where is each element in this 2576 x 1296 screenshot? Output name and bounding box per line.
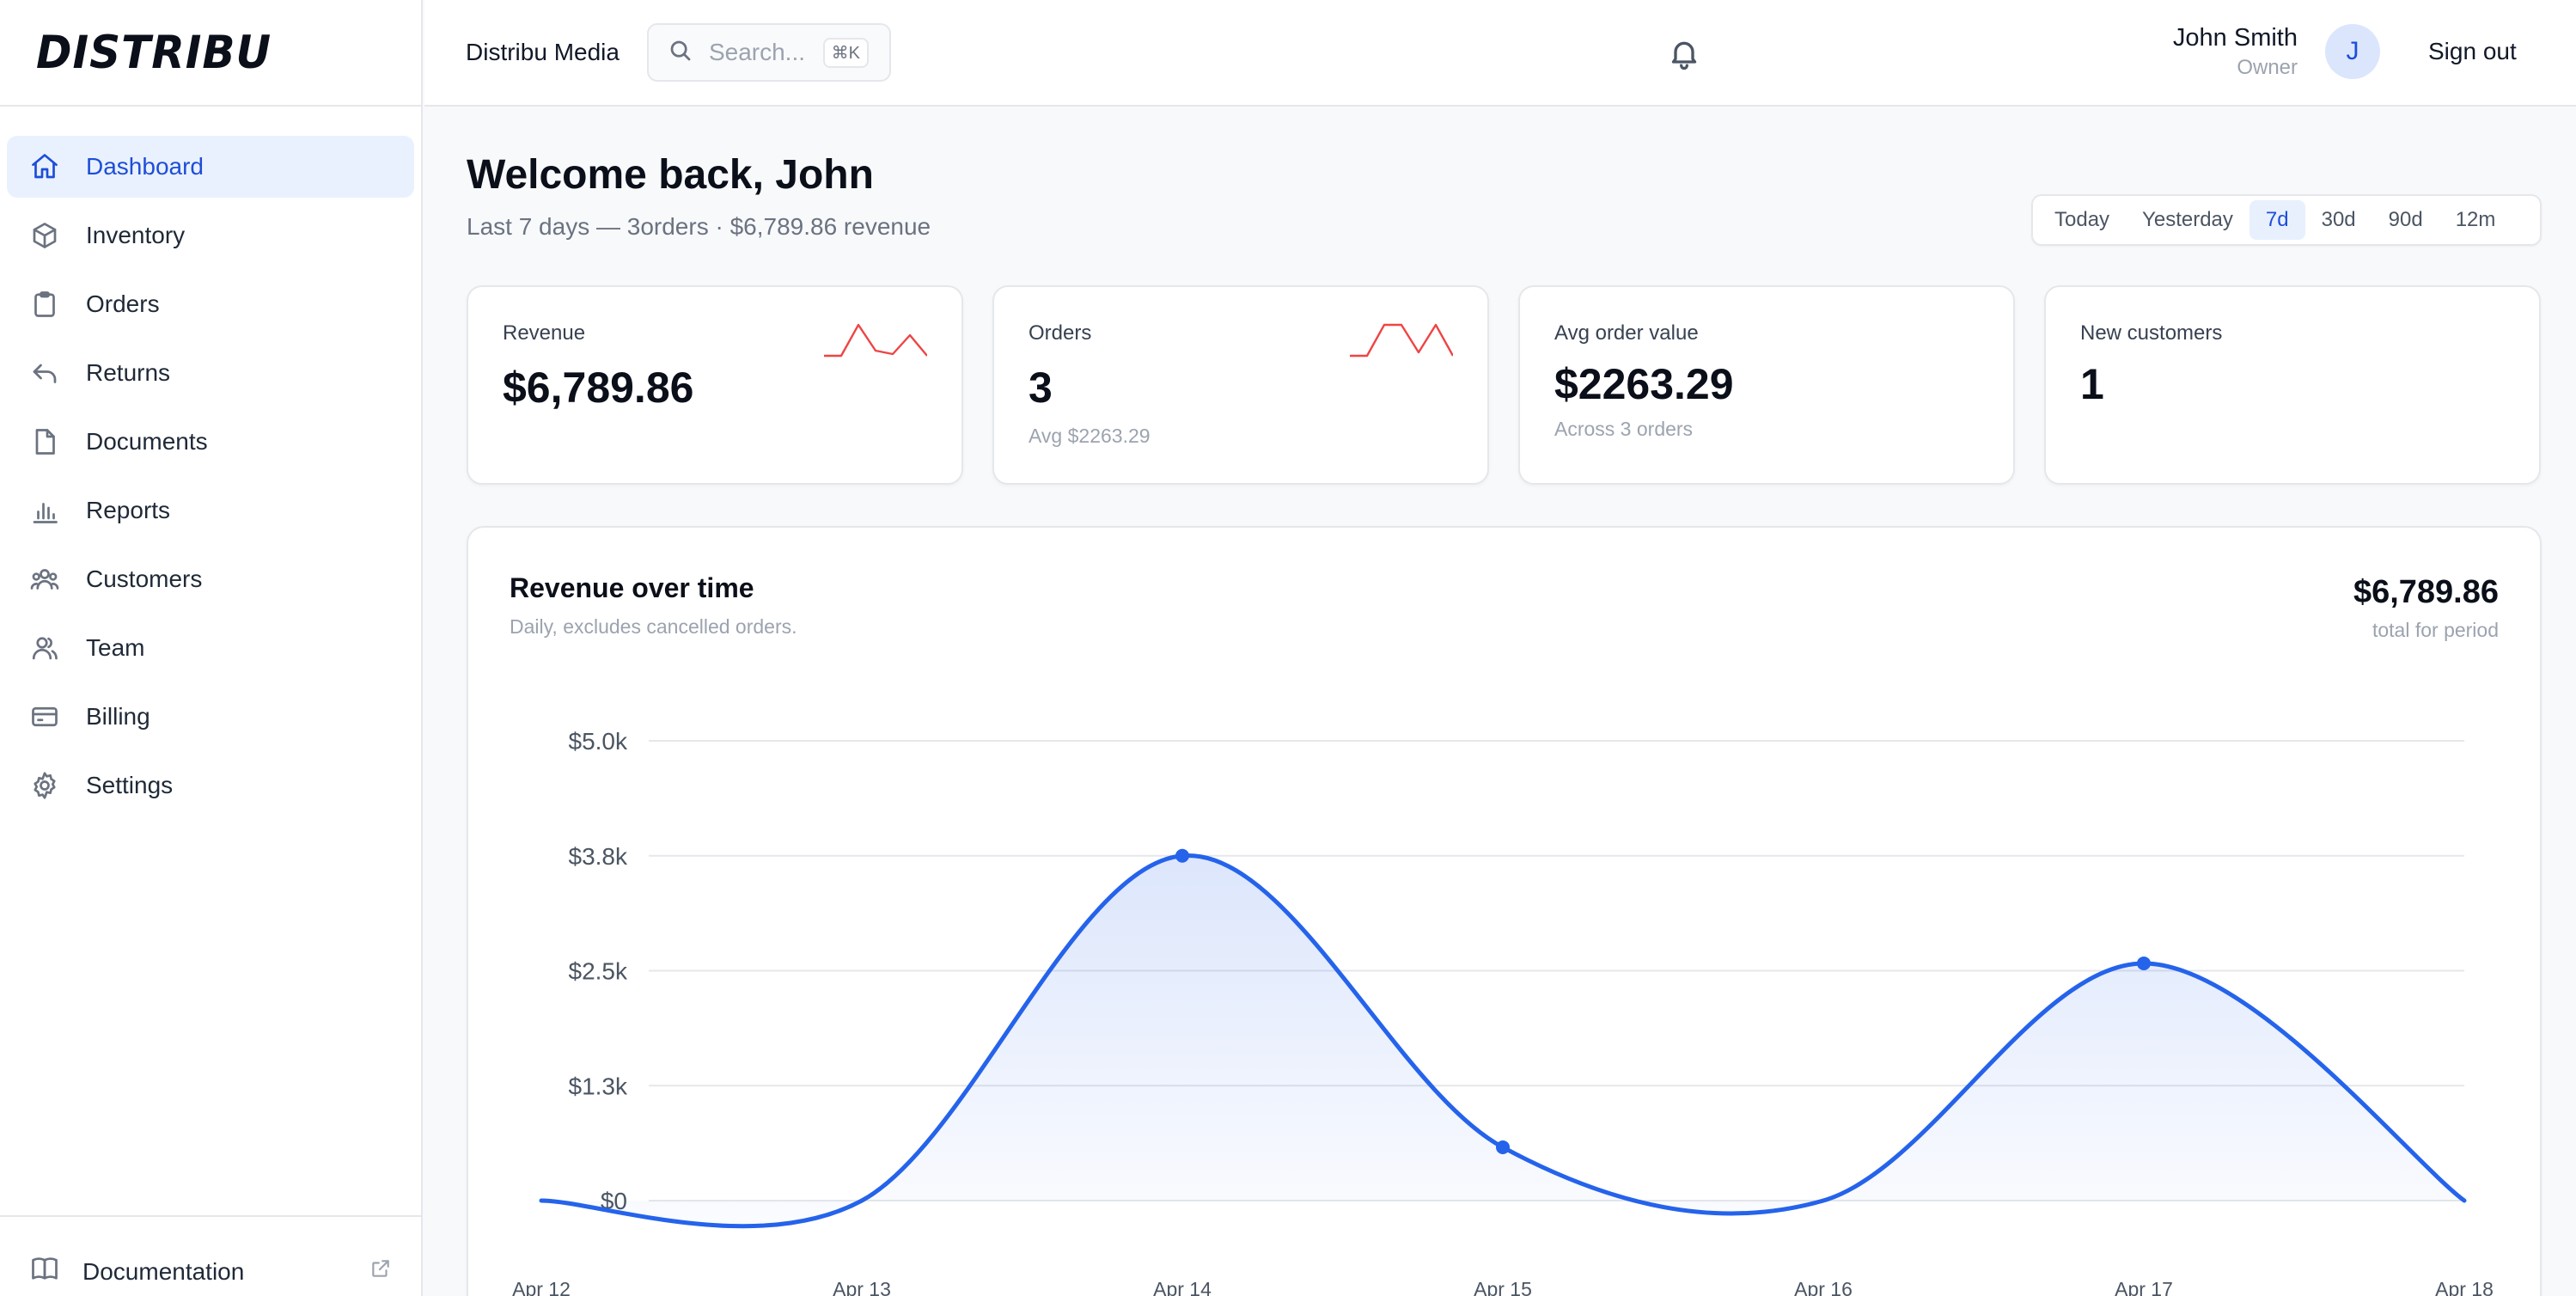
range-option-12m[interactable]: 12m — [2439, 200, 2512, 240]
sidebar-item-documents[interactable]: Documents — [7, 411, 414, 473]
kpi-value: 1 — [2080, 360, 2104, 408]
x-tick-label: Apr 15 — [1474, 1278, 1532, 1296]
kpi-label: New customers — [2080, 321, 2223, 345]
book-icon — [29, 1253, 60, 1290]
sidebar-item-orders[interactable]: Orders — [7, 273, 414, 335]
org-name[interactable]: Distribu Media — [466, 39, 620, 66]
kpi-card-avg-order-value: Avg order value $2263.29 Across 3 orders — [1518, 285, 2015, 485]
sidebar-item-billing[interactable]: Billing — [7, 686, 414, 748]
y-tick-label: $5.0k — [569, 728, 628, 755]
revenue-area-fill — [541, 855, 2464, 1226]
search-icon — [668, 38, 693, 68]
sidebar-item-label: Dashboard — [86, 153, 204, 180]
kpi-card-orders: Orders 3 Avg $2263.29 — [992, 285, 1489, 485]
sidebar-item-settings[interactable]: Settings — [7, 755, 414, 816]
sidebar-item-returns[interactable]: Returns — [7, 342, 414, 404]
chart-title: Revenue over time — [510, 572, 754, 603]
sidebar-item-label: Inventory — [86, 222, 186, 248]
sidebar-item-inventory[interactable]: Inventory — [7, 205, 414, 266]
revenue-chart-card: $0$1.3k$2.5k$3.8k$5.0k Apr 12Apr 13Apr 1… — [467, 526, 2542, 1296]
range-option-30d[interactable]: 30d — [2305, 200, 2372, 240]
sidebar-item-label: Billing — [86, 703, 150, 730]
page-title: Welcome back, John — [467, 152, 874, 198]
kpi-note: Across 3 orders — [1554, 418, 1694, 440]
kpi-card-new-customers: New customers 1 — [2044, 285, 2541, 485]
kpi-value: $2263.29 — [1554, 360, 1734, 408]
data-point — [1496, 1140, 1510, 1154]
user-info: John Smith Owner — [2114, 24, 2298, 80]
page-subtitle: Last 7 days — 3orders · $6,789.86 revenu… — [467, 213, 931, 240]
chart-total: $6,789.86 — [2353, 574, 2499, 610]
y-tick-label: $3.8k — [569, 843, 628, 870]
x-tick-label: Apr 16 — [1794, 1278, 1853, 1296]
y-tick-label: $1.3k — [569, 1073, 628, 1099]
date-range-selector: Today Yesterday 7d 30d 90d 12m — [2031, 194, 2542, 246]
user-name: John Smith — [2172, 24, 2298, 52]
x-tick-label: Apr 18 — [2435, 1278, 2494, 1296]
search-input[interactable]: Search... ⌘K — [646, 23, 891, 82]
chart-subtitle: Daily, excludes cancelled orders. — [510, 615, 797, 638]
sidebar-item-customers[interactable]: Customers — [7, 548, 414, 610]
x-tick-label: Apr 13 — [833, 1278, 891, 1296]
search-placeholder: Search... — [708, 39, 806, 65]
users-icon — [29, 564, 60, 595]
team-icon — [29, 633, 60, 663]
sidebar-item-label: Customers — [86, 565, 203, 592]
data-point — [1175, 848, 1189, 863]
range-option-today[interactable]: Today — [2038, 200, 2126, 240]
kpi-label: Avg order value — [1554, 321, 1699, 345]
revenue-sparkline — [824, 323, 927, 358]
sidebar-item-label: Team — [86, 634, 145, 661]
brand-logo-text: DISTRIBU — [36, 26, 272, 79]
clipboard-icon — [29, 289, 60, 320]
revenue-chart: $0$1.3k$2.5k$3.8k$5.0k Apr 12Apr 13Apr 1… — [512, 728, 2494, 1296]
external-link-icon — [369, 1257, 392, 1286]
bar-chart-icon — [29, 495, 60, 526]
brand-logo[interactable]: DISTRIBU — [0, 0, 421, 107]
avatar[interactable]: J — [2325, 24, 2380, 79]
user-role: Owner — [2237, 56, 2298, 79]
range-option-7d[interactable]: 7d — [2249, 200, 2305, 240]
kpi-card-revenue: Revenue $6,789.86 — [467, 285, 963, 485]
sidebar-item-label: Returns — [86, 359, 171, 386]
range-option-yesterday[interactable]: Yesterday — [2126, 200, 2249, 240]
return-arrow-icon — [29, 358, 60, 388]
data-point — [2137, 956, 2151, 970]
kpi-value: $6,789.86 — [503, 364, 694, 412]
sidebar-item-label: Orders — [86, 290, 160, 317]
sidebar-item-label: Reports — [86, 497, 171, 523]
x-tick-label: Apr 12 — [512, 1278, 571, 1296]
search-shortcut-badge: ⌘K — [822, 37, 869, 68]
sidebar: DISTRIBU Dashboard Inventory Orders Retu… — [0, 0, 423, 1296]
sidebar-item-team[interactable]: Team — [7, 617, 414, 679]
kpi-note: Avg $2263.29 — [1029, 425, 1151, 447]
credit-card-icon — [29, 701, 60, 732]
chart-total-label: total for period — [2372, 619, 2499, 641]
box-icon — [29, 220, 60, 251]
sidebar-item-label: Documents — [86, 428, 208, 455]
document-icon — [29, 426, 60, 457]
range-option-90d[interactable]: 90d — [2372, 200, 2439, 240]
documentation-link[interactable]: Documentation — [0, 1215, 421, 1290]
y-tick-label: $2.5k — [569, 958, 628, 985]
gear-icon — [29, 770, 60, 801]
sidebar-item-label: Settings — [86, 772, 174, 798]
sidebar-nav: Dashboard Inventory Orders Returns Docum… — [0, 107, 421, 816]
sign-out-button[interactable]: Sign out — [2428, 38, 2517, 65]
x-tick-label: Apr 14 — [1153, 1278, 1212, 1296]
sidebar-item-dashboard[interactable]: Dashboard — [7, 136, 414, 198]
x-tick-label: Apr 17 — [2115, 1278, 2173, 1296]
bell-icon[interactable] — [1667, 36, 1701, 70]
kpi-value: 3 — [1029, 364, 1053, 412]
documentation-label: Documentation — [82, 1257, 245, 1285]
sidebar-item-reports[interactable]: Reports — [7, 480, 414, 541]
home-icon — [29, 151, 60, 182]
orders-sparkline — [1350, 323, 1453, 358]
